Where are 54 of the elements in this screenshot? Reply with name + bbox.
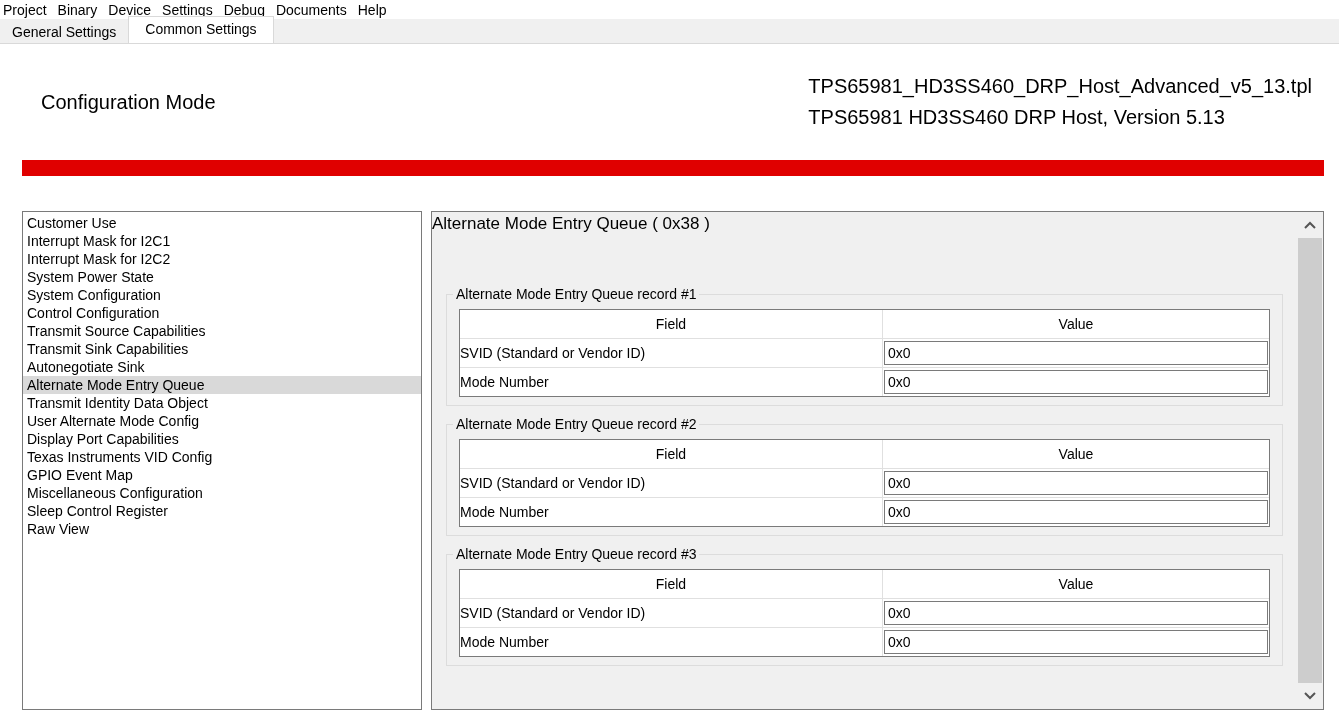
sidebar-item[interactable]: Texas Instruments VID Config [23,448,421,466]
column-header: Value [1057,445,1095,464]
sidebar-item[interactable]: System Power State [23,268,421,286]
table-cell: Mode Number [460,498,883,526]
menu-item[interactable]: Settings [159,1,221,18]
sidebar-item[interactable]: Transmit Sink Capabilities [23,340,421,358]
sidebar-item[interactable]: Transmit Identity Data Object [23,394,421,412]
scroll-thumb[interactable] [1298,238,1322,683]
record-title: Alternate Mode Entry Queue record #2 [453,416,700,432]
sidebar-item[interactable]: Raw View [23,520,421,538]
value-field[interactable]: 0x0 [884,341,1268,365]
menu-item[interactable]: Binary [54,1,106,18]
tab[interactable]: Common Settings [128,16,274,43]
value-field[interactable]: 0x0 [884,370,1268,394]
column-header: Field [460,570,883,598]
record-title: Alternate Mode Entry Queue record #3 [453,546,700,562]
sidebar-item[interactable]: Transmit Source Capabilities [23,322,421,340]
table-cell: Mode Number [460,628,883,656]
record-title: Alternate Mode Entry Queue record #1 [453,286,700,302]
configuration-mode-label: Configuration Mode [41,90,216,114]
register-title: Alternate Mode Entry Queue ( 0x38 ) [432,213,711,235]
sidebar-item[interactable]: Display Port Capabilities [23,430,421,448]
table-cell: Mode Number [460,368,883,396]
sidebar-item[interactable]: GPIO Event Map [23,466,421,484]
sidebar-item[interactable]: Interrupt Mask for I2C2 [23,250,421,268]
sidebar-item[interactable]: Alternate Mode Entry Queue [23,376,421,394]
table-cell: SVID (Standard or Vendor ID) [460,339,883,367]
value-field[interactable]: 0x0 [884,500,1268,524]
scroll-up-icon[interactable] [1303,220,1317,230]
sidebar-item[interactable]: Control Configuration [23,304,421,322]
scroll-down-icon[interactable] [1303,691,1317,701]
device-description: TPS65981 HD3SS460 DRP Host, Version 5.13 [808,106,1226,129]
column-header: Value [1057,575,1095,594]
sidebar-item[interactable]: User Alternate Mode Config [23,412,421,430]
sidebar-item[interactable]: System Configuration [23,286,421,304]
value-field[interactable]: 0x0 [884,630,1268,654]
tab[interactable]: General Settings [0,20,129,43]
sidebar-item[interactable]: Miscellaneous Configuration [23,484,421,502]
sidebar-item[interactable]: Customer Use [23,214,421,232]
menu-item[interactable]: Device [105,1,160,18]
column-header: Field [460,310,883,338]
file-name: TPS65981_HD3SS460_DRP_Host_Advanced_v5_13.tpl [808,75,1312,98]
menu-item[interactable]: Documents [272,1,355,18]
sidebar-item[interactable]: Interrupt Mask for I2C1 [23,232,421,250]
value-field[interactable]: 0x0 [884,601,1268,625]
sidebar-item[interactable]: Sleep Control Register [23,502,421,520]
value-field[interactable]: 0x0 [884,471,1268,495]
sidebar-item[interactable]: Autonegotiate Sink [23,358,421,376]
column-header: Value [1057,315,1095,334]
menu-item[interactable]: Help [354,1,395,18]
menu-item[interactable]: Project [0,1,55,18]
column-header: Field [460,440,883,468]
table-cell: SVID (Standard or Vendor ID) [460,469,883,497]
table-cell: SVID (Standard or Vendor ID) [460,599,883,627]
